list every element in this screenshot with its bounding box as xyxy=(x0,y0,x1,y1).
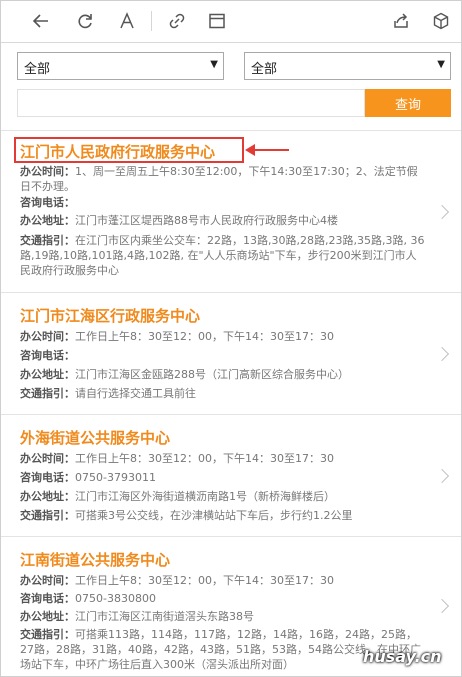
address-label: 办公地址： xyxy=(20,368,75,381)
phone-label: 咨询电话： xyxy=(20,196,75,209)
address-row: 办公地址：江门市江海区外海街道横沥南路1号（新桥海鲜楼后） xyxy=(20,489,425,504)
chevron-right-icon[interactable] xyxy=(434,598,450,614)
phone-row: 咨询电话：0750-3830800 xyxy=(20,591,425,606)
traffic-label: 交通指引： xyxy=(20,509,75,522)
phone-label: 咨询电话： xyxy=(20,592,75,605)
address-label: 办公地址： xyxy=(20,214,75,227)
refresh-icon[interactable] xyxy=(73,9,97,33)
traffic-value: 请自行选择交通工具前往 xyxy=(75,387,196,400)
address-row: 办公地址：江门市蓬江区堤西路88号市人民政府行政服务中心4楼 xyxy=(20,213,425,228)
address-label: 办公地址： xyxy=(20,610,75,623)
annotation-highlight-box xyxy=(14,137,244,163)
search-button[interactable]: 查询 xyxy=(365,89,451,117)
phone-row: 咨询电话： xyxy=(20,348,425,363)
address-value: 江门市江海区江南街道滘头东路38号 xyxy=(75,610,254,623)
toolbar xyxy=(1,1,461,43)
traffic-row: 交通指引：在江门市区内乘坐公交车：22路，13路,30路,28路,23路,35路… xyxy=(20,233,425,278)
phone-row: 咨询电话： xyxy=(20,195,425,210)
annotation-arrow-line xyxy=(249,149,289,151)
item-title[interactable]: 江门市江海区行政服务中心 xyxy=(20,305,200,326)
cube-icon[interactable] xyxy=(429,9,453,33)
traffic-label: 交通指引： xyxy=(20,628,75,641)
share-icon[interactable] xyxy=(389,9,413,33)
watermark: husay.cn xyxy=(363,647,442,666)
hours-value: 工作日上午8：30至12：00，下午14：30至17：30 xyxy=(75,574,334,587)
select-value: 全部 xyxy=(251,62,278,77)
dropdown-arrow-icon: ▼ xyxy=(437,59,445,70)
link-icon[interactable] xyxy=(165,9,189,33)
category-select-1[interactable]: 全部 ▼ xyxy=(17,52,224,80)
search-input[interactable] xyxy=(17,89,365,117)
font-size-icon[interactable] xyxy=(115,9,139,33)
hours-label: 办公时间： xyxy=(20,452,75,465)
phone-label: 咨询电话： xyxy=(20,349,75,362)
traffic-label: 交通指引： xyxy=(20,387,75,400)
app-window: 全部 ▼ 全部 ▼ 查询 江门市人民政府行政服务中心 办公时间：1、周一至周五上… xyxy=(0,0,462,677)
back-icon[interactable] xyxy=(29,9,53,33)
toolbar-separator xyxy=(151,11,152,31)
address-value: 江门市江海区外海街道横沥南路1号（新桥海鲜楼后） xyxy=(75,490,335,503)
address-row: 办公地址：江门市江海区江南街道滘头东路38号 xyxy=(20,609,425,624)
phone-value: 0750-3793011 xyxy=(75,471,156,484)
phone-value: 0750-3830800 xyxy=(75,592,156,605)
traffic-row: 交通指引：可搭乘3号公交线，在沙津横站站下车后，步行约1.2公里 xyxy=(20,508,425,523)
hours-value: 工作日上午8：30至12：00，下午14：30至17：30 xyxy=(75,330,334,343)
window-icon[interactable] xyxy=(205,9,229,33)
address-label: 办公地址： xyxy=(20,490,75,503)
address-value: 江门市江海区金瓯路288号（江门高新区综合服务中心） xyxy=(75,368,349,381)
traffic-label: 交通指引： xyxy=(20,234,75,247)
hours-row: 办公时间：工作日上午8：30至12：00，下午14：30至17：30 xyxy=(20,573,425,588)
hours-label: 办公时间： xyxy=(20,165,75,178)
hours-label: 办公时间： xyxy=(20,574,75,587)
list-item[interactable]: 外海街道公共服务中心 办公时间：工作日上午8：30至12：00，下午14：30至… xyxy=(1,415,461,537)
hours-row: 办公时间：工作日上午8：30至12：00，下午14：30至17：30 xyxy=(20,451,425,466)
item-title[interactable]: 江南街道公共服务中心 xyxy=(20,549,170,570)
category-select-2[interactable]: 全部 ▼ xyxy=(244,52,451,80)
address-row: 办公地址：江门市江海区金瓯路288号（江门高新区综合服务中心） xyxy=(20,367,425,382)
phone-row: 咨询电话：0750-3793011 xyxy=(20,470,425,485)
hours-value: 1、周一至周五上午8:30至12:00，下午14:30至17:30；2、法定节假… xyxy=(20,165,418,193)
hours-row: 办公时间：工作日上午8：30至12：00，下午14：30至17：30 xyxy=(20,329,425,344)
annotation-arrow-icon xyxy=(245,144,255,156)
list-item[interactable]: 江门市江海区行政服务中心 办公时间：工作日上午8：30至12：00，下午14：3… xyxy=(1,293,461,415)
select-value: 全部 xyxy=(24,62,51,77)
item-title[interactable]: 外海街道公共服务中心 xyxy=(20,427,170,448)
traffic-value: 在江门市区内乘坐公交车：22路，13路,30路,28路,23路,35路,3路, … xyxy=(20,234,425,277)
chevron-right-icon[interactable] xyxy=(434,468,450,484)
hours-row: 办公时间：1、周一至周五上午8:30至12:00，下午14:30至17:30；2… xyxy=(20,164,425,194)
traffic-row: 交通指引：请自行选择交通工具前往 xyxy=(20,386,425,401)
hours-label: 办公时间： xyxy=(20,330,75,343)
hours-value: 工作日上午8：30至12：00，下午14：30至17：30 xyxy=(75,452,334,465)
chevron-right-icon[interactable] xyxy=(434,204,450,220)
address-value: 江门市蓬江区堤西路88号市人民政府行政服务中心4楼 xyxy=(75,214,338,227)
dropdown-arrow-icon: ▼ xyxy=(210,59,218,70)
traffic-value: 可搭乘113路，114路，117路，12路，14路，16路，24路，25路，27… xyxy=(20,628,421,671)
chevron-right-icon[interactable] xyxy=(434,346,450,362)
phone-label: 咨询电话： xyxy=(20,471,75,484)
traffic-value: 可搭乘3号公交线，在沙津横站站下车后，步行约1.2公里 xyxy=(75,509,353,522)
filter-bar: 全部 ▼ 全部 ▼ 查询 xyxy=(1,43,461,131)
